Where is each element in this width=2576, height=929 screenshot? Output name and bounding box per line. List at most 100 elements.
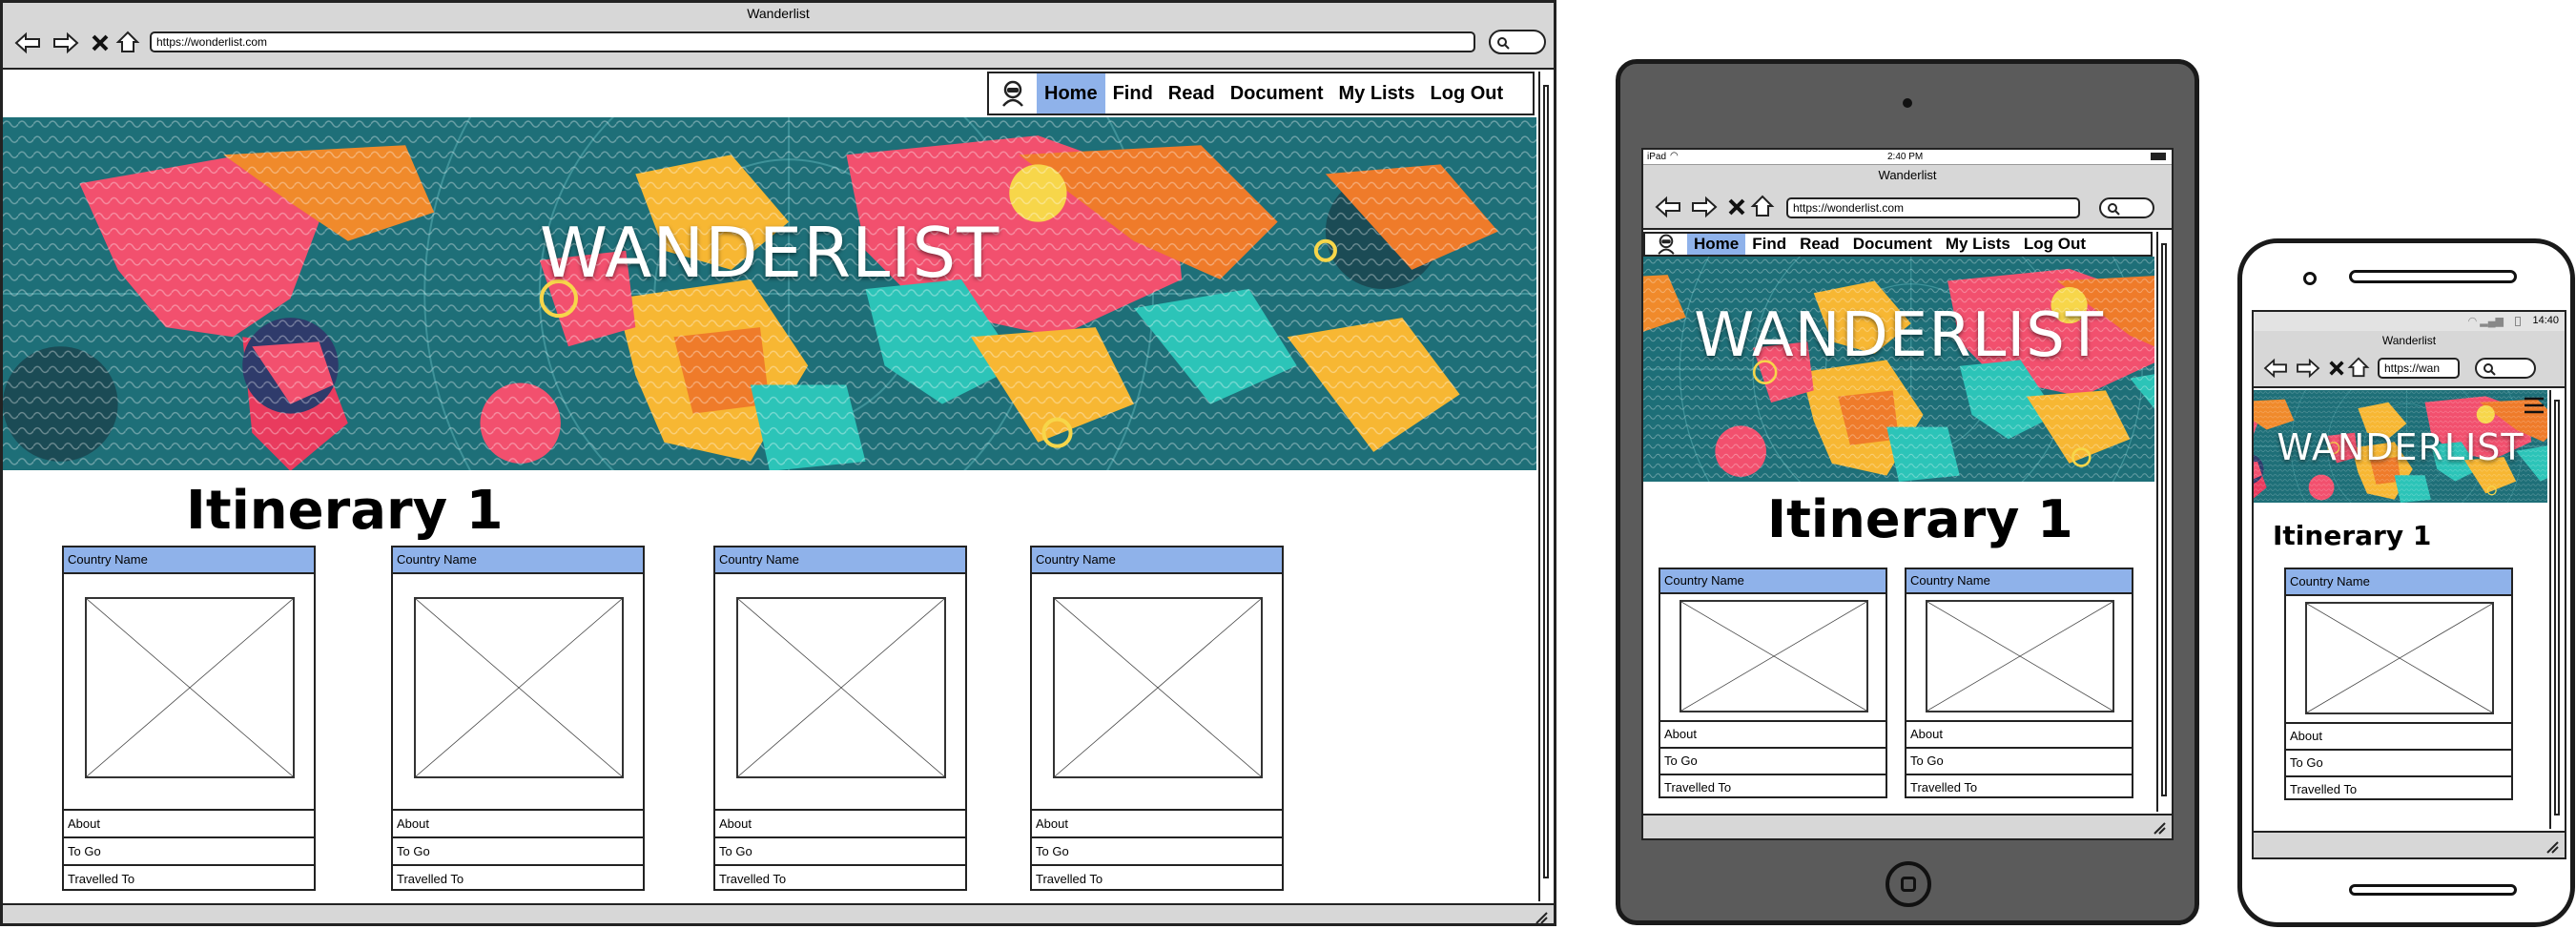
back-arrow-icon[interactable] — [2263, 358, 2288, 379]
desktop-page: Home Find Read Document My Lists Log Out… — [3, 72, 1536, 901]
country-card[interactable]: Country Name About To Go Travelled To — [1905, 568, 2133, 798]
nav-find[interactable]: Find — [1745, 234, 1793, 255]
card-row-about[interactable]: About — [2286, 722, 2511, 749]
forward-arrow-icon[interactable] — [2296, 358, 2320, 379]
nav-find[interactable]: Find — [1105, 73, 1161, 114]
nav-log-out[interactable]: Log Out — [2017, 234, 2092, 255]
hamburger-menu-icon[interactable] — [2523, 396, 2545, 415]
resize-grip-icon[interactable] — [1535, 911, 1548, 924]
user-avatar-icon[interactable] — [989, 73, 1037, 114]
card-header: Country Name — [393, 547, 643, 574]
home-icon[interactable] — [115, 30, 140, 54]
tablet-search-box[interactable] — [2099, 197, 2154, 218]
vertical-scrollbar[interactable] — [1538, 72, 1554, 901]
card-row-travelled-to[interactable]: Travelled To — [715, 864, 965, 892]
nav-my-lists[interactable]: My Lists — [1939, 234, 2017, 255]
card-row-travelled-to[interactable]: Travelled To — [393, 864, 643, 892]
image-placeholder — [2305, 602, 2494, 714]
banner-title: WANDERLIST — [1694, 300, 2104, 371]
phone-address-bar[interactable]: https://wan — [2378, 358, 2460, 379]
battery-icon — [2151, 153, 2166, 160]
tablet-hero-banner: WANDERLIST — [1643, 257, 2154, 482]
tablet-address-bar[interactable]: https://wonderlist.com — [1786, 197, 2080, 218]
card-row-about[interactable]: About — [64, 809, 314, 836]
country-card[interactable]: Country Name About To Go Travelled To — [1030, 546, 1284, 891]
card-header: Country Name — [64, 547, 314, 574]
country-card[interactable]: Country Name About To Go Travelled To — [62, 546, 316, 891]
nav-read[interactable]: Read — [1793, 234, 1846, 255]
card-row-about[interactable]: About — [715, 809, 965, 836]
card-row-about[interactable]: About — [393, 809, 643, 836]
home-icon[interactable] — [1750, 194, 1775, 218]
nav-document[interactable]: Document — [1846, 234, 1939, 255]
scroll-thumb[interactable] — [1543, 85, 1549, 878]
country-card[interactable]: Country Name About To Go Travelled To — [2284, 568, 2513, 800]
phone-screen: ◠ ▂▄▆ 14:40 Wanderlist https://wan WANDE… — [2252, 310, 2566, 859]
nav-document[interactable]: Document — [1223, 73, 1331, 114]
card-row-travelled-to[interactable]: Travelled To — [1032, 864, 1282, 892]
card-row-travelled-to[interactable]: Travelled To — [1660, 774, 1886, 800]
nav-home[interactable]: Home — [1687, 234, 1746, 255]
nav-read[interactable]: Read — [1161, 73, 1223, 114]
resize-grip-icon[interactable] — [2153, 821, 2166, 835]
itinerary-heading: Itinerary 1 — [186, 480, 504, 542]
resize-grip-icon[interactable] — [2545, 840, 2559, 854]
user-avatar-icon[interactable] — [1645, 234, 1687, 255]
forward-arrow-icon[interactable] — [1691, 196, 1718, 218]
card-row-to-go[interactable]: To Go — [2286, 749, 2511, 775]
tablet-clock: 2:40 PM — [1887, 152, 1924, 162]
card-row-to-go[interactable]: To Go — [393, 836, 643, 864]
forward-arrow-icon[interactable] — [52, 31, 79, 54]
card-row-travelled-to[interactable]: Travelled To — [2286, 775, 2511, 802]
tablet-scrollbar[interactable] — [2156, 232, 2172, 812]
nav-log-out[interactable]: Log Out — [1423, 73, 1512, 114]
scroll-thumb[interactable] — [2554, 400, 2560, 815]
card-row-travelled-to[interactable]: Travelled To — [64, 864, 314, 892]
scroll-thumb[interactable] — [2161, 243, 2167, 796]
country-card[interactable]: Country Name About To Go Travelled To — [713, 546, 967, 891]
phone-scrollbar[interactable] — [2549, 390, 2565, 829]
phone-status-bar: ◠ ▂▄▆ 14:40 — [2254, 312, 2565, 331]
home-button[interactable] — [1886, 861, 1931, 907]
image-placeholder — [736, 597, 946, 778]
card-row-to-go[interactable]: To Go — [1660, 747, 1886, 774]
card-row-about[interactable]: About — [1660, 720, 1886, 747]
country-card[interactable]: Country Name About To Go Travelled To — [391, 546, 645, 891]
stop-icon[interactable] — [91, 33, 110, 52]
desktop-browser-window: Wanderlist https://wonderlist.com Home F… — [0, 0, 1556, 926]
card-header: Country Name — [1032, 547, 1282, 574]
stop-icon[interactable] — [2328, 360, 2345, 377]
card-row-to-go[interactable]: To Go — [1032, 836, 1282, 864]
main-navigation: Home Find Read Document My Lists Log Out — [987, 72, 1535, 115]
search-icon — [1497, 37, 1510, 50]
card-row-about[interactable]: About — [1906, 720, 2132, 747]
card-row-to-go[interactable]: To Go — [1906, 747, 2132, 774]
phone-device-frame: ◠ ▂▄▆ 14:40 Wanderlist https://wan WANDE… — [2237, 238, 2575, 927]
back-arrow-icon[interactable] — [14, 31, 41, 54]
stop-icon[interactable] — [1727, 197, 1746, 217]
tablet-screen: iPad ◠ 2:40 PM Wanderlist https://wonder… — [1641, 148, 2174, 840]
itinerary-heading: Itinerary 1 — [2273, 520, 2432, 551]
phone-camera — [2303, 272, 2317, 285]
nav-home[interactable]: Home — [1037, 73, 1105, 114]
phone-speaker — [2349, 270, 2517, 283]
home-icon[interactable] — [2347, 356, 2370, 379]
browser-search-box[interactable] — [1489, 30, 1546, 54]
card-row-to-go[interactable]: To Go — [715, 836, 965, 864]
card-header: Country Name — [715, 547, 965, 574]
phone-status-footer — [2254, 831, 2565, 857]
back-arrow-icon[interactable] — [1655, 196, 1681, 218]
nav-my-lists[interactable]: My Lists — [1331, 73, 1423, 114]
address-bar[interactable]: https://wonderlist.com — [150, 31, 1475, 52]
tablet-page: Home Find Read Document My Lists Log Out… — [1643, 232, 2154, 812]
country-card[interactable]: Country Name About To Go Travelled To — [1659, 568, 1887, 798]
wifi-icon: ◠ — [1670, 151, 1679, 161]
image-placeholder — [1926, 600, 2114, 712]
battery-icon — [2515, 317, 2521, 326]
card-row-travelled-to[interactable]: Travelled To — [1906, 774, 2132, 800]
card-row-about[interactable]: About — [1032, 809, 1282, 836]
card-row-to-go[interactable]: To Go — [64, 836, 314, 864]
phone-browser-toolbar: https://wan — [2254, 350, 2565, 388]
phone-home-bar[interactable] — [2349, 884, 2517, 896]
phone-search-box[interactable] — [2475, 358, 2536, 379]
